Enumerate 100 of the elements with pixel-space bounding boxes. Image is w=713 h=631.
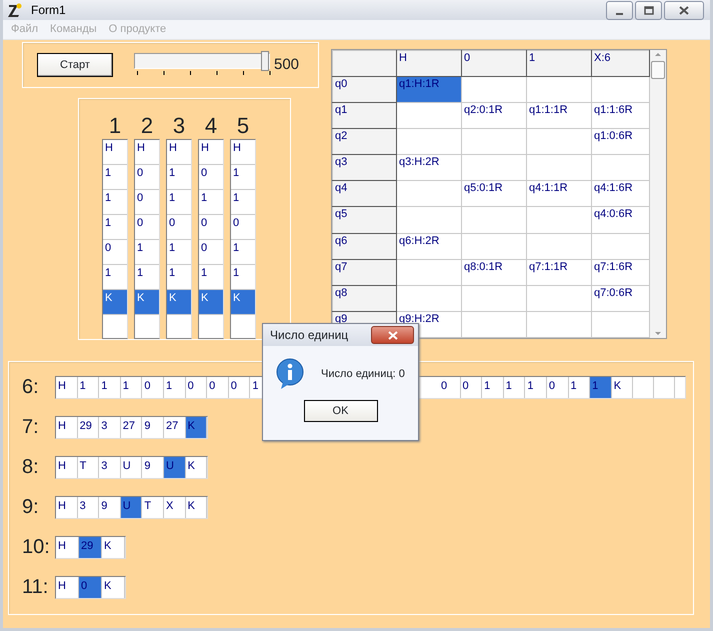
grid-cell[interactable]: q8:0:1R: [462, 259, 526, 286]
tape-cell: 1: [590, 376, 612, 398]
listbox-item[interactable]: H: [231, 140, 255, 165]
info-icon: [275, 358, 305, 390]
listbox-item[interactable]: 1: [167, 165, 191, 190]
row-header: q1: [332, 102, 396, 129]
tape-cell: K: [186, 496, 208, 518]
vertical-scrollbar[interactable]: [650, 50, 666, 338]
listbox-item[interactable]: 1: [231, 240, 255, 265]
tape-listbox[interactable]: H 0 1 0 0 1 K: [198, 139, 224, 339]
tape-cell: K: [186, 416, 208, 438]
tape-cell: 3: [99, 456, 121, 478]
listbox-item[interactable]: 1: [231, 165, 255, 190]
listbox-item[interactable]: H: [135, 140, 159, 165]
tape-cell: 0: [460, 376, 482, 398]
row-label: 7:: [22, 417, 40, 437]
listbox-item[interactable]: 1: [231, 190, 255, 215]
listbox-item[interactable]: 0: [199, 165, 223, 190]
tape-cell: 3: [78, 496, 100, 518]
tape-cell: 1: [164, 376, 186, 398]
tape-listbox[interactable]: H 1 1 1 0 1 K: [102, 139, 128, 339]
listbox-item[interactable]: 1: [167, 240, 191, 265]
listbox-item[interactable]: K: [135, 290, 159, 315]
listbox-item[interactable]: 0: [103, 240, 127, 265]
maximize-button[interactable]: [635, 0, 662, 20]
grid-cell[interactable]: q1:1:1R: [526, 102, 592, 129]
tape-cell: U: [164, 456, 186, 478]
tape-cell: 1: [525, 376, 547, 398]
tape-cell: T: [142, 496, 164, 518]
listbox-item[interactable]: H: [199, 140, 223, 165]
listbox-item[interactable]: 0: [167, 215, 191, 240]
row-header: q5: [332, 206, 396, 234]
grid-cell[interactable]: q7:1:1R: [526, 259, 592, 286]
listbox-item[interactable]: K: [167, 290, 191, 315]
tape-cell: 1: [120, 376, 142, 398]
listbox-item[interactable]: 1: [103, 165, 127, 190]
grid-cell[interactable]: q6:H:2R: [396, 233, 462, 260]
listbox-item[interactable]: 1: [103, 215, 127, 240]
listbox-item[interactable]: 0: [199, 240, 223, 265]
column-header: 1: [526, 50, 592, 77]
column-heading: 4: [204, 115, 218, 137]
ok-button[interactable]: OK: [304, 400, 378, 422]
maximize-icon: [644, 6, 654, 14]
tape-cell: 3: [99, 416, 121, 438]
tape-cell: 0: [142, 376, 164, 398]
tape-listbox[interactable]: H 1 1 0 1 1 K: [230, 139, 256, 339]
tape-cell: 0: [546, 376, 568, 398]
listbox-item[interactable]: H: [103, 140, 127, 165]
tape-listbox[interactable]: H 0 0 0 1 1 K: [134, 139, 160, 339]
close-button[interactable]: [664, 0, 704, 20]
tape-cell: 0: [207, 376, 229, 398]
listbox-item[interactable]: H: [167, 140, 191, 165]
tape-listbox[interactable]: H 1 1 0 1 1 K: [166, 139, 192, 339]
tape-cell: H: [56, 456, 78, 478]
tape-cell: K: [612, 376, 634, 398]
listbox-item[interactable]: 0: [135, 215, 159, 240]
listbox-item[interactable]: 1: [135, 240, 159, 265]
start-button[interactable]: Старт: [37, 53, 113, 77]
close-icon: [679, 6, 689, 14]
row-header: q4: [332, 180, 396, 207]
listbox-item[interactable]: K: [231, 290, 255, 315]
listbox-item[interactable]: 1: [199, 190, 223, 215]
row-header: q2: [332, 128, 396, 155]
slider-track[interactable]: [134, 53, 270, 69]
listbox-item[interactable]: K: [103, 290, 127, 315]
listbox-item[interactable]: 0: [135, 190, 159, 215]
listbox-item[interactable]: K: [199, 290, 223, 315]
listbox-item[interactable]: 0: [231, 215, 255, 240]
grid-cell[interactable]: q5:0:1R: [462, 180, 526, 207]
tape-cell: 1: [504, 376, 526, 398]
minimize-button[interactable]: [606, 0, 633, 20]
row-header: q3: [332, 154, 396, 181]
tape-cell: 1: [78, 376, 100, 398]
column-header: H: [396, 50, 462, 77]
row-header: q7: [332, 259, 396, 286]
tape-cell: 0: [228, 376, 250, 398]
row-header: q6: [332, 233, 396, 260]
listbox-item[interactable]: 1: [103, 190, 127, 215]
scrollbar-thumb[interactable]: [651, 61, 665, 79]
grid-cell[interactable]: q2:0:1R: [462, 102, 526, 129]
column-heading: 3: [172, 115, 186, 137]
tape-cell: X: [164, 496, 186, 518]
row-label: 8:: [22, 457, 40, 477]
slider-thumb[interactable]: [261, 51, 269, 71]
grid-cell[interactable]: q4:1:1R: [526, 180, 592, 207]
tape-cell: H: [56, 496, 78, 518]
column-heading: 1: [108, 115, 122, 137]
close-icon: [388, 330, 398, 340]
tape-cell: T: [78, 456, 100, 478]
column-header: 0: [462, 50, 526, 77]
grid-cell[interactable]: q3:H:2R: [396, 154, 462, 181]
row-label: 11:: [22, 577, 50, 597]
listbox-item[interactable]: 0: [199, 215, 223, 240]
close-button[interactable]: [371, 326, 414, 344]
tape-cell: 27: [120, 416, 142, 438]
tape-cell: 29: [78, 416, 100, 438]
app-icon: [7, 2, 23, 18]
listbox-item[interactable]: 0: [135, 165, 159, 190]
tape-cell: K: [102, 536, 125, 558]
listbox-item[interactable]: 1: [167, 190, 191, 215]
